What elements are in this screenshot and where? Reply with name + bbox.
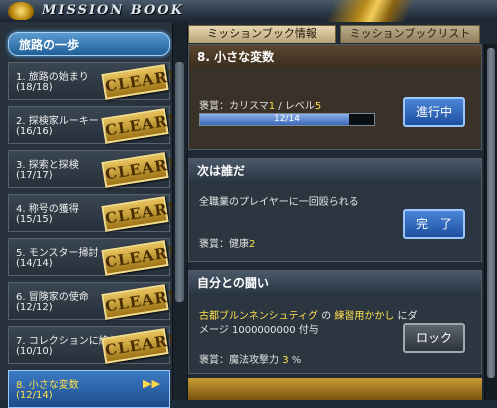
- book-emblem-icon: [8, 2, 34, 20]
- mission-progress: (10/10): [16, 346, 53, 357]
- tab-mission-book-list[interactable]: ミッションブックリスト: [340, 25, 480, 43]
- mission-progress: (12/12): [16, 302, 53, 313]
- mission-list-scrollbar[interactable]: [172, 22, 187, 400]
- next-mission-description: 全職業のプレイヤーに一回殴られる: [199, 197, 359, 208]
- mission-progress: (16/16): [16, 126, 53, 137]
- mission-name: 5. モンスター掃討: [16, 248, 99, 259]
- mission-name: 6. 冒険家の使命: [16, 292, 89, 303]
- mission-name: 1. 旅路の始まり: [16, 72, 89, 83]
- mission-progress: (12/14): [16, 390, 53, 401]
- next-reward: 褒賞：健康2: [199, 235, 255, 250]
- clear-stamp: CLEAR!: [101, 152, 177, 188]
- mission-progress: (14/14): [16, 258, 53, 269]
- progress-text: 12/14: [274, 114, 300, 124]
- mission-item[interactable]: 7. コレクションに終わりは (10/10) CLEAR!: [8, 326, 177, 364]
- category-label: 旅路の一歩: [19, 38, 80, 52]
- scrollbar-thumb[interactable]: [487, 48, 495, 378]
- clear-stamp: CLEAR!: [101, 108, 177, 144]
- tab-mission-book-info[interactable]: ミッションブック情報: [188, 25, 336, 43]
- next-mission-card: 次は誰だ 全職業のプレイヤーに一回殴られる 褒賞：健康2 完 了: [188, 158, 482, 262]
- complete-button[interactable]: 完 了: [403, 209, 465, 239]
- in-progress-button[interactable]: 進行中: [403, 97, 465, 127]
- mission-item-selected[interactable]: 8. 小さな変数 (12/14) ▶▶: [8, 370, 170, 408]
- locked-button[interactable]: ロック: [403, 323, 465, 353]
- mission-list-pane: 旅路の一歩 1. 旅路の始まり (18/18) CLEAR! 2. 探検家ルーキ…: [0, 22, 188, 408]
- reward-label: 褒賞：カリスマ: [199, 101, 269, 112]
- mission-name: 2. 探検家ルーキー: [16, 116, 99, 127]
- self-reward: 褒賞：魔法攻撃力 3 %: [199, 351, 301, 366]
- mission-progress: (18/18): [16, 82, 53, 93]
- mission-item[interactable]: 4. 称号の獲得 (15/15) CLEAR!: [8, 194, 177, 232]
- self-battle-header: 自分との闘い: [189, 271, 481, 293]
- reward-label: 褒賞：健康: [199, 239, 249, 250]
- mission-name: 4. 称号の獲得: [16, 204, 79, 215]
- mission-name: 3. 探索と探検: [16, 160, 79, 171]
- reward-level-value: 5: [314, 101, 322, 112]
- clear-stamp: CLEAR!: [101, 240, 177, 276]
- reward-label: 褒賞：魔法攻撃力: [199, 355, 279, 366]
- reward-unit: %: [291, 355, 302, 366]
- title-ornament: [324, 0, 416, 22]
- self-battle-description-line1: 古都ブルンネンシュティグ の 練習用かかし にダ: [199, 307, 418, 322]
- current-mission-title: 8. 小さな変数: [197, 50, 275, 64]
- mission-item[interactable]: 3. 探索と探検 (17/17) CLEAR!: [8, 150, 177, 188]
- mission-item[interactable]: 2. 探検家ルーキー (16/16) CLEAR!: [8, 106, 177, 144]
- clear-stamp: CLEAR!: [101, 196, 177, 232]
- detail-scrollbar[interactable]: [484, 44, 497, 400]
- mission-progress: (15/15): [16, 214, 53, 225]
- mission-name: 8. 小さな変数: [16, 380, 79, 391]
- mission-item[interactable]: 5. モンスター掃討 (14/14) CLEAR!: [8, 238, 177, 276]
- reward-level-label: / レベル: [275, 101, 315, 112]
- next-mission-title: 次は誰だ: [197, 164, 246, 178]
- scrollbar-thumb[interactable]: [175, 62, 184, 302]
- desc-connector: の: [318, 311, 335, 322]
- mission-progress-bar: 12/14: [199, 113, 375, 126]
- self-battle-title: 自分との闘い: [197, 276, 269, 290]
- mission-detail-pane: ミッションブック情報 ミッションブックリスト 8. 小さな変数 褒賞：カリスマ1…: [188, 22, 497, 400]
- current-reward: 褒賞：カリスマ1 / レベル5: [199, 97, 321, 112]
- target-name: 練習用かかし: [334, 311, 395, 322]
- mission-item[interactable]: 1. 旅路の始まり (18/18) CLEAR!: [8, 62, 177, 100]
- window-title: MISSION BOOK: [42, 3, 184, 18]
- mission-item[interactable]: 6. 冒険家の使命 (12/12) CLEAR!: [8, 282, 177, 320]
- self-battle-description-line2: メージ 1000000000 付与: [199, 325, 319, 336]
- category-tab[interactable]: 旅路の一歩: [8, 32, 170, 56]
- clear-stamp: CLEAR!: [101, 284, 177, 320]
- title-bar: MISSION BOOK: [0, 0, 497, 23]
- current-mission-card: 8. 小さな変数 褒賞：カリスマ1 / レベル5 12/14 進行中: [188, 44, 482, 150]
- desc-tail: にダ: [394, 311, 418, 322]
- next-mission-header: 次は誰だ: [189, 159, 481, 181]
- clear-stamp: CLEAR!: [101, 64, 177, 100]
- next-card-edge: [188, 378, 482, 400]
- double-arrow-icon: ▶▶: [143, 377, 160, 390]
- self-battle-card: 自分との闘い 古都ブルンネンシュティグ の 練習用かかし にダ メージ 1000…: [188, 270, 482, 374]
- reward-value: 2: [249, 239, 256, 250]
- current-mission-header: 8. 小さな変数: [189, 45, 481, 67]
- reward-value: 3: [282, 355, 289, 366]
- mission-progress: (17/17): [16, 170, 53, 181]
